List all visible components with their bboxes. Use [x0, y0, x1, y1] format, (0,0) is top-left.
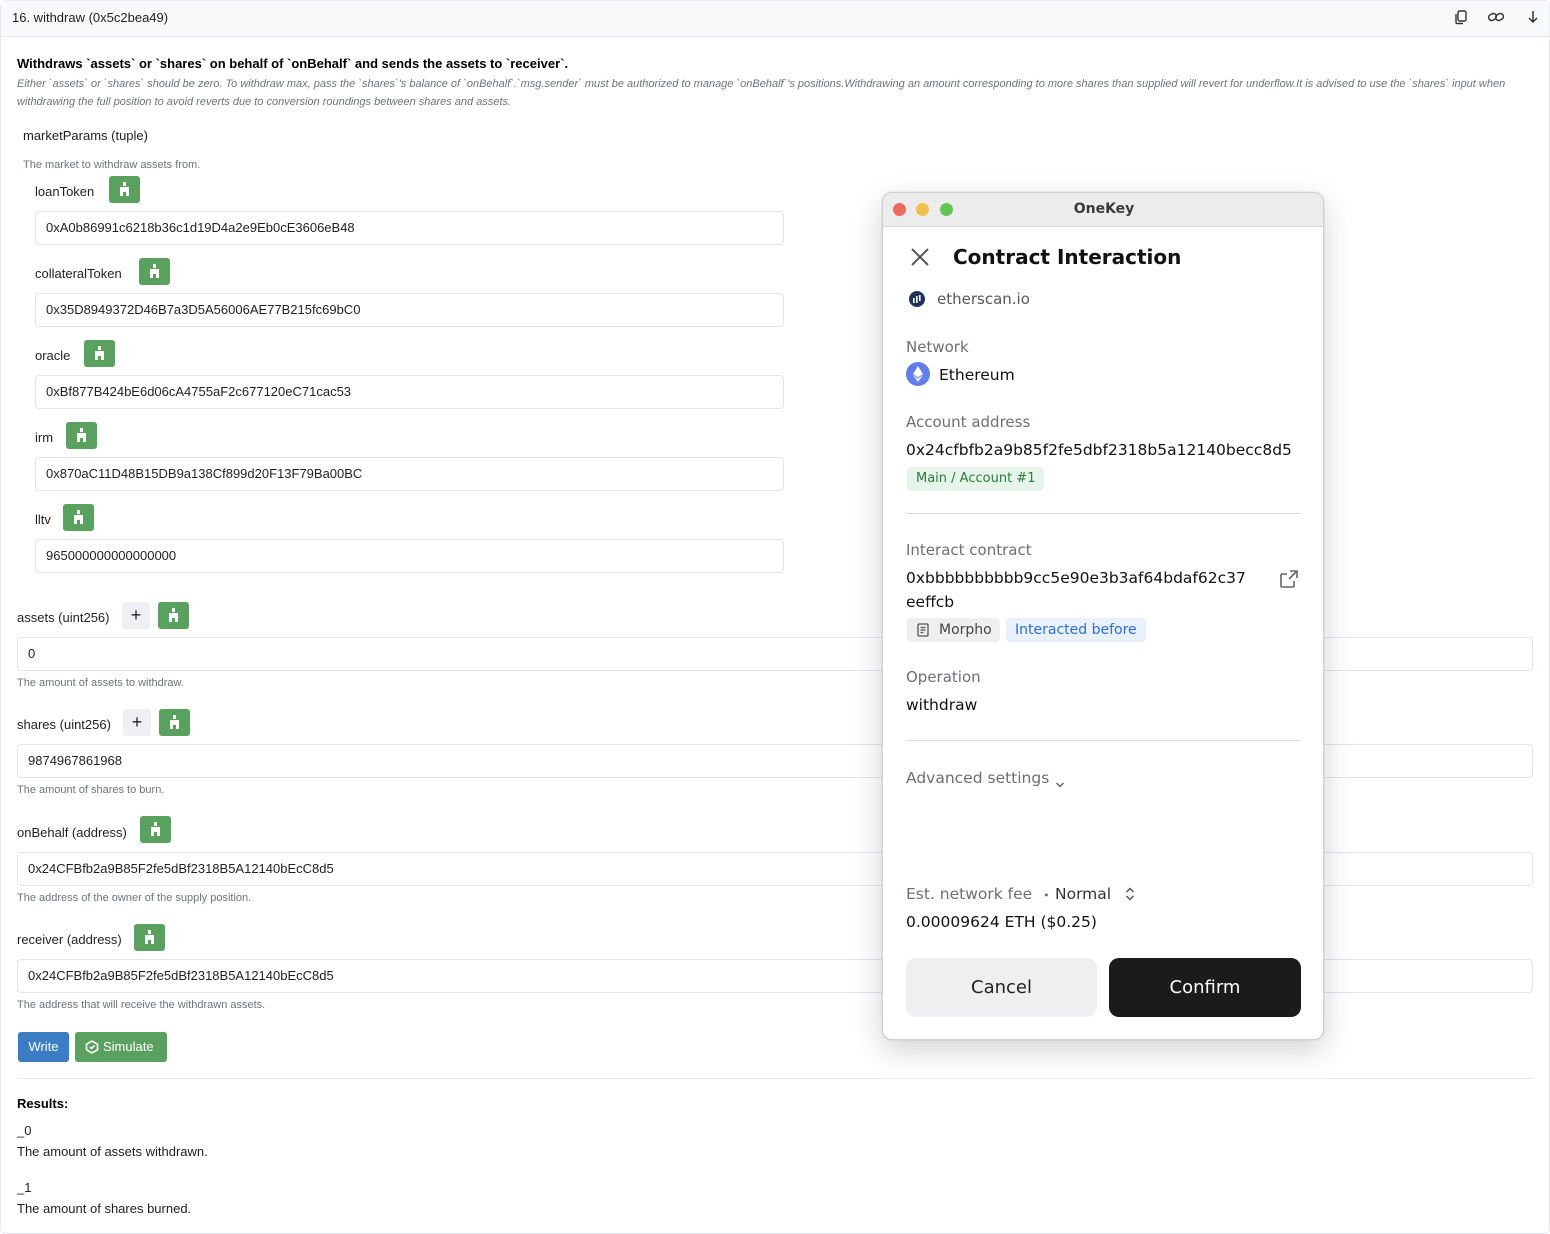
- confirm-button[interactable]: Confirm: [1109, 958, 1301, 1017]
- loantoken-label: loanToken: [35, 184, 95, 199]
- simulate-button[interactable]: Simulate: [75, 1032, 167, 1062]
- account-address: 0x24cfbfb2a9b85f2fe5dbf2318b5a12140becc8…: [906, 441, 1292, 459]
- fee-separator: •: [1043, 889, 1050, 902]
- contract-label: Interact contract: [906, 541, 1032, 559]
- external-link-icon[interactable]: [1279, 569, 1299, 593]
- shares-label: shares (uint256): [17, 717, 111, 732]
- ethereum-icon: [906, 362, 930, 386]
- onekey-popup: OneKey Contract Interaction etherscan.io…: [882, 192, 1324, 1040]
- result-1-name: _1: [17, 1180, 32, 1195]
- contract-name-tag: Morpho: [907, 618, 1000, 642]
- oracle-paste-button[interactable]: [84, 340, 115, 367]
- account-label: Account address: [906, 413, 1031, 431]
- network-label: Network: [906, 338, 969, 356]
- copy-icon[interactable]: [1453, 9, 1471, 27]
- function-description-title: Withdraws `assets` or `shares` on behalf…: [17, 56, 569, 71]
- receiver-paste-button[interactable]: [134, 924, 165, 951]
- assets-help: The amount of assets to withdraw.: [17, 677, 184, 689]
- collateraltoken-label: collateralToken: [35, 266, 122, 281]
- oracle-input[interactable]: 0xBf877B424bE6d06cA4755aF2c677120eC71cac…: [35, 375, 784, 409]
- card-header: 16. withdraw (0x5c2bea49): [1, 1, 1549, 37]
- result-0-name: _0: [17, 1123, 32, 1138]
- network-fee-label: Est. network fee: [906, 885, 1033, 903]
- irm-paste-button[interactable]: [66, 422, 97, 449]
- window-title: OneKey: [1073, 201, 1135, 217]
- simulate-icon: [85, 1040, 99, 1054]
- arrow-down-icon[interactable]: [1526, 9, 1544, 27]
- network-fee-value: 0.00009624 ETH ($0.25): [906, 913, 1097, 931]
- assets-label: assets (uint256): [17, 610, 110, 625]
- link-icon[interactable]: [1487, 9, 1505, 27]
- result-0-desc: The amount of assets withdrawn.: [17, 1144, 208, 1159]
- results-title: Results:: [17, 1096, 69, 1111]
- close-icon[interactable]: [909, 246, 931, 272]
- collateraltoken-paste-button[interactable]: [139, 258, 170, 285]
- etherscan-logo-icon: [909, 291, 925, 307]
- function-title[interactable]: 16. withdraw (0x5c2bea49): [12, 10, 168, 25]
- origin-site: etherscan.io: [937, 290, 1030, 308]
- irm-input[interactable]: 0x870aC11D48B15DB9a138Cf899d20F13F79Ba00…: [35, 457, 784, 491]
- popup-heading: Contract Interaction: [953, 245, 1182, 269]
- chevron-down-icon[interactable]: [1055, 774, 1065, 793]
- fee-speed-selector[interactable]: Normal: [1055, 885, 1111, 903]
- marketparams-help: The market to withdraw assets from.: [23, 159, 201, 171]
- lltv-paste-button[interactable]: [63, 504, 94, 531]
- interacted-before-badge: Interacted before: [1006, 618, 1146, 642]
- network-value: Ethereum: [939, 366, 1015, 384]
- document-icon: [917, 623, 929, 637]
- onbehalf-paste-button[interactable]: [140, 816, 171, 843]
- onbehalf-label: onBehalf (address): [17, 825, 127, 840]
- oracle-label: oracle: [35, 348, 71, 363]
- onbehalf-help: The address of the owner of the supply p…: [17, 892, 252, 904]
- marketparams-label: marketParams (tuple): [23, 128, 148, 143]
- collateraltoken-input[interactable]: 0x35D8949372D46B7a3D5A56006AE77B215fc69b…: [35, 293, 784, 327]
- popup-divider-1: [906, 513, 1301, 514]
- popup-titlebar: OneKey: [883, 193, 1323, 227]
- loantoken-input[interactable]: 0xA0b86991c6218b36c1d19D4a2e9Eb0cE3606eB…: [35, 211, 784, 245]
- lltv-input[interactable]: 965000000000000000: [35, 539, 784, 573]
- shares-add-button[interactable]: +: [123, 709, 151, 736]
- irm-label: irm: [35, 430, 54, 445]
- network-fee-label-row: Est. network fee •: [906, 885, 1050, 903]
- loantoken-paste-button[interactable]: [109, 176, 140, 203]
- assets-add-button[interactable]: +: [122, 602, 150, 629]
- write-button[interactable]: Write: [18, 1032, 69, 1062]
- results-divider: [17, 1078, 1533, 1079]
- lltv-label: lltv: [35, 512, 51, 527]
- cancel-button[interactable]: Cancel: [906, 958, 1097, 1017]
- shares-help: The amount of shares to burn.: [17, 784, 165, 796]
- chevron-up-down-icon[interactable]: [1124, 886, 1136, 906]
- advanced-settings-toggle[interactable]: Advanced settings: [906, 769, 1049, 787]
- simulate-label: Simulate: [103, 1039, 154, 1054]
- function-description-body: Either `assets` or `shares` should be ze…: [17, 78, 1506, 108]
- contract-address-line-2: eeffcb: [906, 593, 955, 611]
- contract-address-line-1: 0xbbbbbbbbbb9cc5e90e3b3af64bdaf62c37: [906, 569, 1246, 587]
- operation-label: Operation: [906, 668, 981, 686]
- account-badge: Main / Account #1: [907, 467, 1045, 491]
- operation-value: withdraw: [906, 696, 978, 714]
- shares-paste-button[interactable]: [159, 709, 190, 736]
- receiver-help: The address that will receive the withdr…: [17, 999, 266, 1011]
- receiver-label: receiver (address): [17, 932, 122, 947]
- assets-paste-button[interactable]: [158, 602, 189, 629]
- result-1-desc: The amount of shares burned.: [17, 1201, 192, 1216]
- popup-divider-2: [906, 740, 1301, 741]
